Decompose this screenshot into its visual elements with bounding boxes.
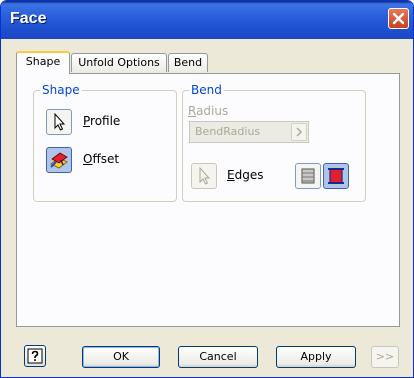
offset-face-icon — [50, 152, 68, 169]
chevron-right-icon — [296, 127, 303, 137]
profile-select-button[interactable] — [46, 109, 72, 135]
profile-label: Profile — [83, 114, 121, 128]
shape-group-legend: Shape — [40, 83, 82, 97]
more-options-button[interactable]: >> — [371, 346, 399, 368]
help-icon — [27, 348, 43, 364]
close-icon — [392, 12, 405, 25]
tab-unfold-options-label: Unfold Options — [78, 56, 160, 69]
radius-combo-button[interactable] — [291, 123, 307, 141]
offset-toggle-button[interactable] — [46, 147, 72, 173]
bend-extent-icon — [301, 168, 315, 184]
window-title: Face — [10, 10, 47, 27]
bend-group-legend: Bend — [189, 83, 224, 97]
tab-bend-label: Bend — [173, 56, 203, 69]
cancel-button-label: Cancel — [199, 350, 237, 363]
radius-combo[interactable]: BendRadius — [189, 121, 309, 143]
bend-extent-button-1[interactable] — [295, 163, 321, 189]
ok-button[interactable]: OK — [82, 346, 160, 368]
shape-group: Shape Profile Offset — [33, 83, 177, 202]
edges-label: Edges — [227, 168, 264, 182]
cursor-arrow-icon — [199, 166, 211, 185]
edges-select-button[interactable] — [191, 163, 217, 189]
tab-shape-label: Shape — [25, 55, 61, 68]
apply-button[interactable]: Apply — [276, 346, 356, 368]
face-dialog: Face Shape Unfold Options Bend Shape Pro… — [0, 0, 414, 378]
title-bar[interactable]: Face — [1, 1, 413, 39]
bend-extent-button-2[interactable] — [323, 163, 349, 189]
close-button[interactable] — [388, 8, 409, 29]
tab-unfold-options[interactable]: Unfold Options — [71, 53, 167, 72]
help-button[interactable] — [24, 345, 46, 367]
cancel-button[interactable]: Cancel — [178, 346, 258, 368]
tab-bend[interactable]: Bend — [168, 53, 208, 72]
dialog-button-bar: OK Cancel Apply >> — [1, 331, 413, 377]
cursor-arrow-icon — [54, 112, 66, 131]
ok-button-label: OK — [113, 350, 129, 363]
bend-group: Bend Radius BendRadius Edges — [182, 83, 366, 202]
radius-label: Radius — [188, 104, 229, 118]
offset-label: Offset — [83, 152, 120, 166]
apply-button-label: Apply — [300, 350, 332, 363]
more-options-label: >> — [375, 350, 395, 363]
tab-shape[interactable]: Shape — [16, 51, 70, 74]
radius-value: BendRadius — [195, 125, 261, 138]
tab-panel-shape: Shape Profile Offset Bend Radius BendRad… — [16, 73, 400, 327]
bend-extent-active-icon — [328, 168, 344, 184]
